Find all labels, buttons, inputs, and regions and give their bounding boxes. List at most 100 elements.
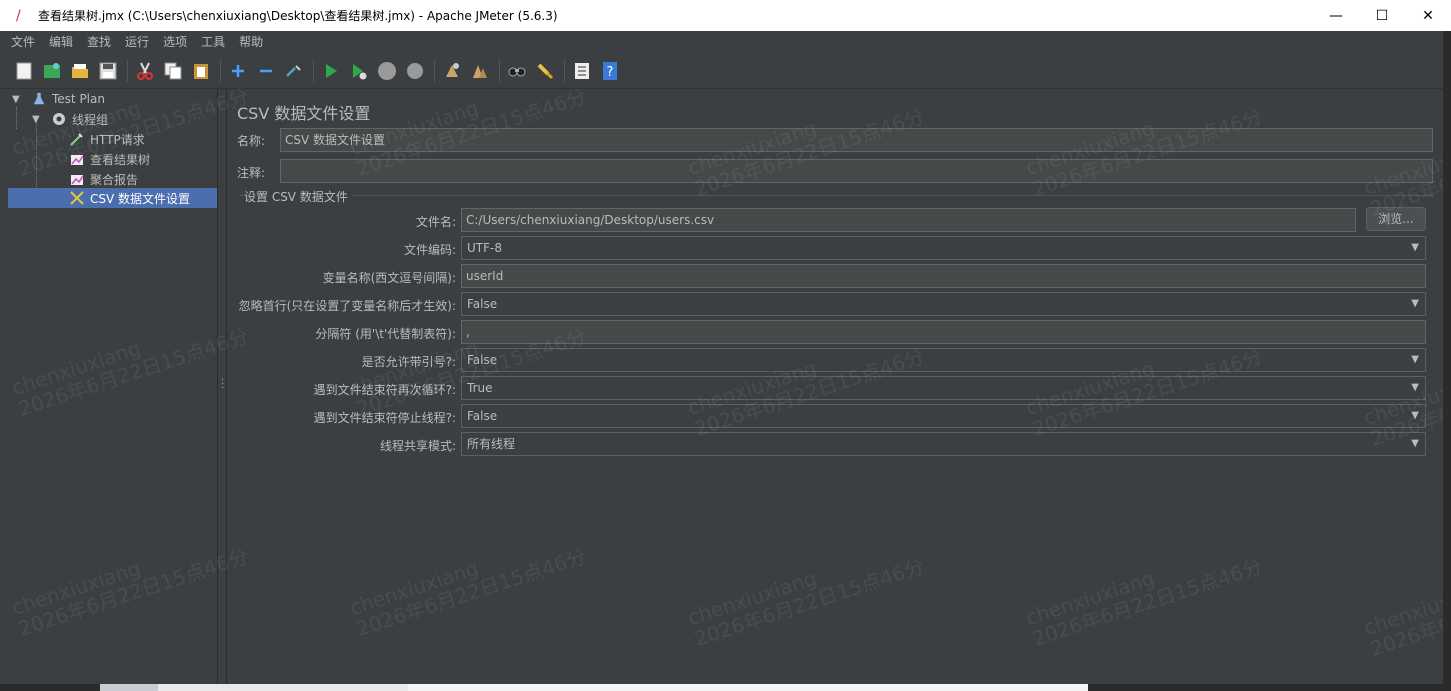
menu-edit[interactable]: 编辑 <box>42 31 80 53</box>
split-divider[interactable]: · · · <box>218 89 227 684</box>
variable-names-input[interactable]: userId <box>461 264 1426 288</box>
drag-handle-icon[interactable]: · · · <box>221 376 224 394</box>
page-title: CSV 数据文件设置 <box>237 104 371 123</box>
shutdown-icon[interactable] <box>404 60 426 82</box>
menu-bar: 文件 编辑 查找 运行 选项 工具 帮助 <box>0 31 1443 53</box>
clear-all-icon[interactable] <box>469 60 491 82</box>
window-title: 查看结果树.jmx (C:\Users\chenxiuxiang\Desktop… <box>38 9 558 23</box>
help-icon[interactable]: ? <box>599 60 621 82</box>
chevron-down-icon[interactable]: ▼ <box>32 114 44 125</box>
copy-icon[interactable] <box>162 60 184 82</box>
menu-tools[interactable]: 工具 <box>194 31 232 53</box>
allow-quoted-label: 是否允许带引号?: <box>361 355 456 369</box>
tree-item-label: CSV 数据文件设置 <box>90 191 191 206</box>
background-segment <box>408 684 1088 691</box>
stop-icon[interactable] <box>376 60 398 82</box>
function-helper-icon[interactable] <box>571 60 593 82</box>
start-no-pause-icon[interactable] <box>348 60 370 82</box>
sharing-mode-value: 所有线程 <box>467 437 516 451</box>
chevron-down-icon[interactable]: ▼ <box>1411 293 1419 315</box>
start-icon[interactable] <box>320 60 342 82</box>
tree-guide-line <box>16 107 17 129</box>
ignore-first-line-label: 忽略首行(只在设置了变量名称后才生效): <box>238 299 456 313</box>
comment-input[interactable] <box>280 159 1433 183</box>
encoding-label: 文件编码: <box>403 243 456 257</box>
allow-quoted-value: False <box>467 353 498 367</box>
tree-item-http-request[interactable]: HTTP请求 <box>68 129 217 149</box>
tree-item-label: 线程组 <box>72 112 109 127</box>
menu-help[interactable]: 帮助 <box>232 31 270 53</box>
ignore-first-line-value: False <box>467 297 498 311</box>
jmeter-feather-icon: / <box>16 7 21 24</box>
collapse-icon[interactable] <box>255 60 277 82</box>
toolbar-separator <box>127 59 128 82</box>
sharing-mode-select[interactable]: 所有线程 ▼ <box>461 432 1426 456</box>
menu-search[interactable]: 查找 <box>80 31 118 53</box>
tree-item-test-plan[interactable]: ▼ Test Plan <box>12 89 217 109</box>
minimize-button[interactable]: — <box>1313 0 1359 31</box>
tree-item-label: 聚合报告 <box>90 172 139 187</box>
chart-icon <box>68 170 86 188</box>
open-icon[interactable] <box>69 60 91 82</box>
recycle-on-eof-select[interactable]: True ▼ <box>461 376 1426 400</box>
tree-item-aggregate-report[interactable]: 聚合报告 <box>68 169 217 189</box>
toolbar-separator <box>564 59 565 82</box>
pipette-icon <box>68 130 86 148</box>
sharing-mode-label: 线程共享模式: <box>379 439 456 453</box>
allow-quoted-select[interactable]: False ▼ <box>461 348 1426 372</box>
cut-icon[interactable] <box>134 60 156 82</box>
search-icon[interactable] <box>506 60 528 82</box>
filename-label: 文件名: <box>415 215 456 229</box>
group-border <box>239 195 1434 196</box>
new-icon[interactable] <box>13 60 35 82</box>
browse-button[interactable]: 浏览... <box>1366 207 1426 231</box>
close-button[interactable]: ✕ <box>1405 0 1451 31</box>
tree-item-view-results-tree[interactable]: 查看结果树 <box>68 149 217 169</box>
templates-icon[interactable] <box>41 60 63 82</box>
toggle-icon[interactable] <box>283 60 305 82</box>
filename-input[interactable]: C:/Users/chenxiuxiang/Desktop/users.csv <box>461 208 1356 232</box>
recycle-on-eof-value: True <box>467 381 493 395</box>
tree-item-thread-group[interactable]: ▼ 线程组 <box>32 109 217 129</box>
menu-file[interactable]: 文件 <box>4 31 42 53</box>
tree-item-label: Test Plan <box>52 92 105 106</box>
toolbar: ? <box>0 53 1443 89</box>
test-plan-tree: ▼ Test Plan ▼ 线程组 HTTP请求 查看结果树 聚合报告 CSV … <box>0 89 218 684</box>
ignore-first-line-select[interactable]: False ▼ <box>461 292 1426 316</box>
chevron-down-icon[interactable]: ▼ <box>1411 433 1419 455</box>
stop-thread-on-eof-label: 遇到文件结束符停止线程?: <box>313 411 456 425</box>
chevron-down-icon[interactable]: ▼ <box>1411 349 1419 371</box>
delimiter-input[interactable]: , <box>461 320 1426 344</box>
chevron-down-icon[interactable]: ▼ <box>1411 405 1419 427</box>
chevron-down-icon[interactable]: ▼ <box>1411 237 1419 259</box>
encoding-select[interactable]: UTF-8 ▼ <box>461 236 1426 260</box>
background-taskbar-edge <box>0 684 1451 691</box>
background-window-edge <box>1443 31 1451 691</box>
gear-icon <box>50 110 68 128</box>
maximize-button[interactable]: ☐ <box>1359 0 1405 31</box>
background-segment <box>100 684 158 691</box>
chart-icon <box>68 150 86 168</box>
save-icon[interactable] <box>97 60 119 82</box>
clear-icon[interactable] <box>441 60 463 82</box>
reset-search-icon[interactable] <box>534 60 556 82</box>
toolbar-separator <box>434 59 435 82</box>
toolbar-separator <box>313 59 314 82</box>
paste-icon[interactable] <box>190 60 212 82</box>
expand-icon[interactable] <box>227 60 249 82</box>
toolbar-separator <box>499 59 500 82</box>
delimiter-label: 分隔符 (用'\t'代替制表符): <box>315 327 456 341</box>
window-controls: — ☐ ✕ <box>1313 0 1451 31</box>
window-titlebar: / 查看结果树.jmx (C:\Users\chenxiuxiang\Deskt… <box>0 0 1451 31</box>
tree-item-csv-data-set[interactable]: CSV 数据文件设置 <box>8 188 217 208</box>
csv-data-set-editor: CSV 数据文件设置 名称: CSV 数据文件设置 注释: 设置 CSV 数据文… <box>227 89 1443 684</box>
variable-names-label: 变量名称(西文逗号间隔): <box>322 271 456 285</box>
chevron-down-icon[interactable]: ▼ <box>1411 377 1419 399</box>
stop-thread-on-eof-value: False <box>467 409 498 423</box>
menu-run[interactable]: 运行 <box>118 31 156 53</box>
chevron-down-icon[interactable]: ▼ <box>12 94 24 105</box>
name-input[interactable]: CSV 数据文件设置 <box>280 128 1433 152</box>
menu-options[interactable]: 选项 <box>156 31 194 53</box>
stop-thread-on-eof-select[interactable]: False ▼ <box>461 404 1426 428</box>
toolbar-separator <box>220 59 221 82</box>
